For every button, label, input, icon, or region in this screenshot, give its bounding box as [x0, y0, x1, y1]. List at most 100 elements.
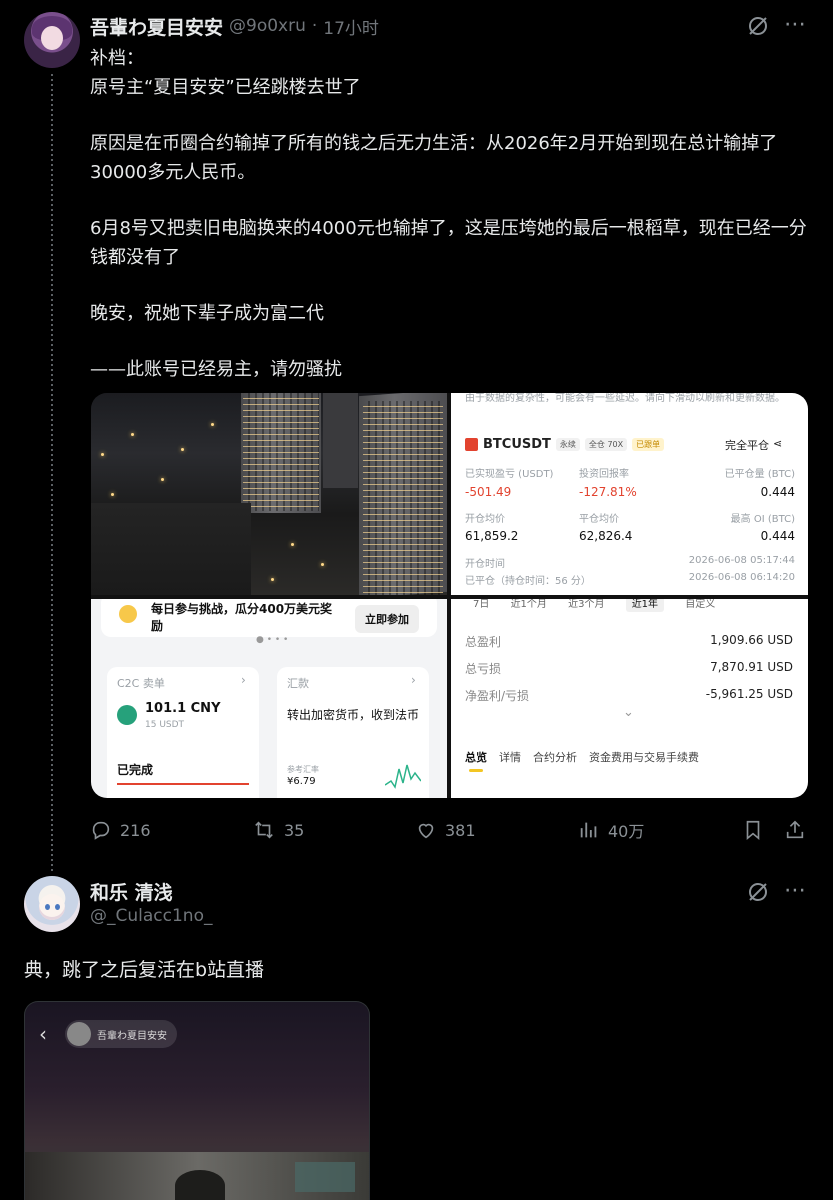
tweet-line: 原因是在币圈合约输掉了所有的钱之后无力生活：从2026年2月开始到现在总计输掉了… — [90, 133, 778, 183]
share-icon[interactable]: ⋖ — [773, 437, 782, 453]
tab-fees[interactable]: 资金费用与交易手续费 — [589, 749, 699, 765]
expand-chevron-icon[interactable]: ⌄ — [623, 705, 634, 720]
range-tab[interactable]: 自定义 — [685, 599, 715, 610]
reply-button[interactable]: 216 — [90, 814, 151, 846]
media-btc-trade-screenshot[interactable]: 由于数据的复杂性，可能会有一些延迟。请向下滑动以刷新和更新数据。 BTCUSDT… — [451, 393, 808, 595]
c2c-title: C2C 卖单 — [117, 677, 165, 690]
like-count: 381 — [445, 820, 476, 840]
open-time-label: 开仓时间 — [465, 559, 505, 570]
chevron-right-icon: › — [411, 673, 416, 687]
author-display-name[interactable]: 吾輩わ夏目安安 — [90, 13, 223, 40]
total-loss-value: 7,870.91 USD — [710, 660, 793, 674]
reply-media-video[interactable]: ‹ 吾輩わ夏目安安 — [24, 1001, 370, 1200]
realized-pnl-label: 已实现盈亏 (USDT) — [465, 469, 554, 480]
perp-tag: 永续 — [555, 438, 580, 451]
channel-chip[interactable]: 吾輩わ夏目安安 — [65, 1020, 177, 1048]
tweet-line: 补档： — [90, 48, 144, 69]
retweet-button[interactable]: 35 — [252, 814, 304, 846]
reply-author-display-name[interactable]: 和乐 清浅 — [90, 878, 173, 905]
range-tab-active[interactable]: 近1年 — [625, 599, 665, 612]
remit-desc: 转出加密货币，收到法币 — [287, 708, 420, 722]
like-button[interactable]: 381 — [415, 814, 476, 846]
refresh-notice: 由于数据的复杂性，可能会有一些延迟。请向下滑动以刷新和更新数据。 — [465, 393, 785, 404]
total-profit-label: 总盈利 — [465, 635, 502, 649]
leverage-tag: 全仓 70X — [584, 438, 628, 451]
range-tab[interactable]: 近1个月 — [511, 599, 547, 610]
closed-qty-value: 0.444 — [760, 485, 795, 499]
pair-symbol: BTCUSDT — [483, 437, 551, 452]
progress-line — [117, 783, 249, 785]
retweet-count: 35 — [284, 820, 305, 840]
close-all-label[interactable]: 完全平仓 — [725, 437, 769, 453]
range-tab[interactable]: 近3个月 — [568, 599, 604, 610]
media-photo-city[interactable] — [91, 393, 447, 595]
bookmark-button[interactable] — [742, 814, 764, 846]
tab-contract-analysis[interactable]: 合约分析 — [533, 749, 577, 765]
range-tab[interactable]: 7日 — [473, 599, 489, 610]
tweet-timestamp[interactable]: 17小时 — [323, 14, 379, 39]
promo-text: 每日参与挑战，瓜分400万美元奖励 — [151, 602, 333, 633]
channel-avatar — [67, 1022, 91, 1046]
closed-duration-label: 已平仓（持仓时间：56 分） — [465, 576, 591, 587]
tab-details[interactable]: 详情 — [499, 749, 521, 765]
bookmark-icon — [746, 820, 760, 841]
open-avg-value: 61,859.2 — [465, 529, 519, 543]
reply-author-avatar[interactable] — [24, 876, 80, 932]
reply-author-handle[interactable]: @_Culacc1no_ — [90, 906, 212, 926]
tweet-body: 补档： 原号主“夏目安安”已经跳楼去世了 原因是在币圈合约输掉了所有的钱之后无力… — [90, 44, 810, 384]
tweet-line: 晚安，祝她下辈子成为富二代 — [90, 303, 324, 324]
grok-icon[interactable] — [746, 14, 770, 43]
share-button[interactable] — [784, 814, 806, 846]
thread-connector-line — [51, 74, 53, 874]
reply-count: 216 — [120, 820, 151, 840]
close-avg-value: 62,826.4 — [579, 529, 633, 543]
close-avg-label: 平仓均价 — [579, 514, 619, 525]
tweet-line: 原号主“夏目安安”已经跳楼去世了 — [90, 77, 361, 98]
closed-qty-label: 已平仓量 (BTC) — [724, 469, 795, 480]
ref-rate-value: ¥6.79 — [287, 776, 316, 787]
copy-trade-tag: 已跟单 — [632, 438, 665, 451]
mini-rate-chart — [385, 764, 421, 789]
close-time-value: 2026-06-08 06:14:20 — [688, 572, 795, 583]
reply-icon — [92, 821, 110, 840]
media-pnl-summary-screenshot[interactable]: 7日 近1个月 近3个月 近1年 自定义 总盈利 1,909.66 USD 总亏… — [451, 599, 808, 798]
tab-overview[interactable]: 总览 — [465, 749, 487, 765]
join-challenge-button[interactable]: 立即参加 — [355, 605, 419, 633]
net-pnl-label: 净盈利/亏损 — [465, 689, 530, 703]
coin-icon — [119, 605, 137, 623]
views-button[interactable]: 40万 — [578, 814, 644, 846]
total-loss-label: 总亏损 — [465, 662, 502, 676]
grok-icon[interactable] — [746, 880, 770, 909]
reply-text: 典，跳了之后复活在b站直播 — [24, 959, 265, 981]
author-avatar[interactable] — [24, 12, 80, 68]
views-chart-icon — [580, 822, 597, 838]
channel-name: 吾輩わ夏目安安 — [97, 1030, 167, 1042]
heart-icon — [418, 823, 434, 839]
roi-label: 投资回报率 — [579, 469, 629, 480]
tweet-actions: 216 35 381 40万 — [90, 814, 810, 846]
tweet-line: ——此账号已经易主，请勿骚扰 — [90, 359, 342, 380]
video-figure — [175, 1170, 225, 1200]
open-time-value: 2026-06-08 05:17:44 — [688, 555, 795, 566]
ref-rate-label: 参考汇率 — [287, 765, 319, 774]
more-options-icon[interactable]: ⋯ — [784, 14, 807, 36]
meta-separator: · — [311, 16, 318, 36]
pair-icon — [465, 438, 478, 451]
views-count: 40万 — [608, 822, 645, 841]
roi-value: -127.81% — [579, 485, 637, 499]
range-tabs: 7日 近1个月 近3个月 近1年 自定义 — [473, 599, 733, 612]
tweet-media-grid: 由于数据的复杂性，可能会有一些延迟。请向下滑动以刷新和更新数据。 BTCUSDT… — [91, 393, 808, 798]
chevron-right-icon: › — [241, 673, 246, 687]
tweet-line: 6月8号又把卖旧电脑换来的4000元也输掉了，这是压垮她的最后一根稻草，现在已经… — [90, 218, 807, 268]
realized-pnl-value: -501.49 — [465, 485, 512, 499]
share-upload-icon — [786, 820, 804, 839]
remit-title: 汇款 — [287, 677, 309, 690]
media-wallet-screenshot[interactable]: 每日参与挑战，瓜分400万美元奖励 立即参加 ● • • • C2C 卖单 › … — [91, 599, 447, 798]
video-overlay-panel — [295, 1162, 355, 1192]
c2c-status: 已完成 — [117, 763, 154, 777]
back-arrow-icon[interactable]: ‹ — [39, 1022, 47, 1046]
open-avg-label: 开仓均价 — [465, 514, 505, 525]
c2c-usdt: 15 USDT — [145, 720, 185, 730]
author-handle[interactable]: @9o0xru — [229, 16, 306, 36]
more-options-icon[interactable]: ⋯ — [784, 880, 807, 902]
